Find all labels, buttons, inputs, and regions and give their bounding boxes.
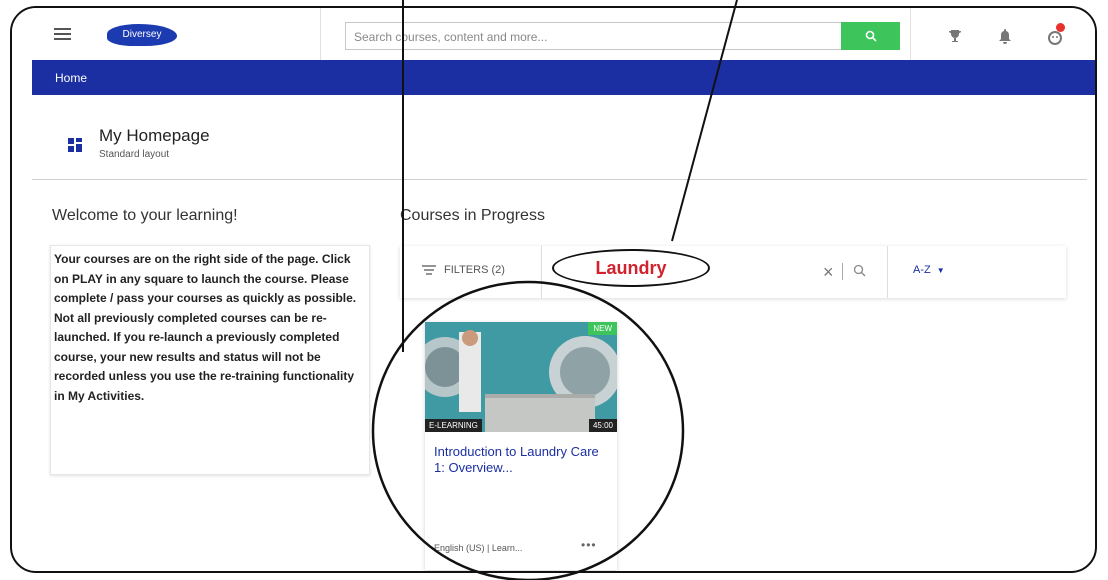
breadcrumb: Home (32, 60, 1095, 95)
clear-search-icon[interactable]: × (823, 262, 834, 283)
course-card[interactable]: NEW E-LEARNING 45:00 Introduction to Lau… (425, 322, 617, 570)
page-title: My Homepage (99, 126, 210, 145)
divider (541, 246, 542, 298)
divider (887, 246, 888, 298)
divider (320, 8, 321, 60)
more-options-icon[interactable]: ••• (581, 538, 597, 552)
course-type-badge: E-LEARNING (425, 419, 482, 432)
course-thumbnail[interactable]: NEW E-LEARNING 45:00 (425, 322, 617, 432)
course-meta: English (US) | Learn... (434, 543, 523, 553)
courses-heading: Courses in Progress (400, 207, 545, 224)
welcome-text: Your courses are on the right side of th… (54, 252, 357, 403)
search-icon[interactable] (853, 264, 866, 277)
search-icon (865, 30, 877, 42)
trophy-icon[interactable] (947, 28, 963, 44)
app-window: Diversey Search courses, content and mor… (10, 6, 1097, 573)
welcome-heading: Welcome to your learning! (52, 207, 238, 224)
filters-button[interactable]: FILTERS (2) (422, 264, 505, 276)
welcome-text-box: Your courses are on the right side of th… (50, 245, 370, 475)
layout-icon (68, 138, 82, 152)
sort-label: A-Z (913, 264, 931, 276)
divider (842, 263, 843, 280)
menu-icon[interactable] (54, 28, 71, 40)
course-search-input[interactable]: Laundry (552, 249, 710, 287)
caret-down-icon: ▼ (936, 266, 945, 275)
new-badge: NEW (588, 322, 617, 335)
notification-dot (1056, 23, 1065, 32)
course-title[interactable]: Introduction to Laundry Care 1: Overview… (434, 444, 609, 476)
filters-label: FILTERS (2) (444, 264, 505, 276)
search-input[interactable]: Search courses, content and more... (345, 22, 850, 50)
breadcrumb-home[interactable]: Home (55, 71, 87, 85)
bell-icon[interactable] (997, 28, 1013, 44)
filter-bar: FILTERS (2) × A-Z ▼ (400, 246, 1066, 298)
laundry-photo (425, 322, 617, 432)
diversey-logo[interactable]: Diversey (107, 24, 177, 46)
top-bar: Diversey Search courses, content and mor… (12, 8, 1095, 60)
duration-badge: 45:00 (588, 419, 617, 432)
sort-dropdown[interactable]: A-Z ▼ (913, 264, 945, 276)
divider (910, 8, 911, 60)
page-subtitle: Standard layout (99, 149, 170, 160)
filter-icon (422, 265, 436, 275)
search-value: Laundry (595, 258, 667, 278)
divider (32, 179, 1087, 180)
search-button[interactable] (841, 22, 900, 50)
